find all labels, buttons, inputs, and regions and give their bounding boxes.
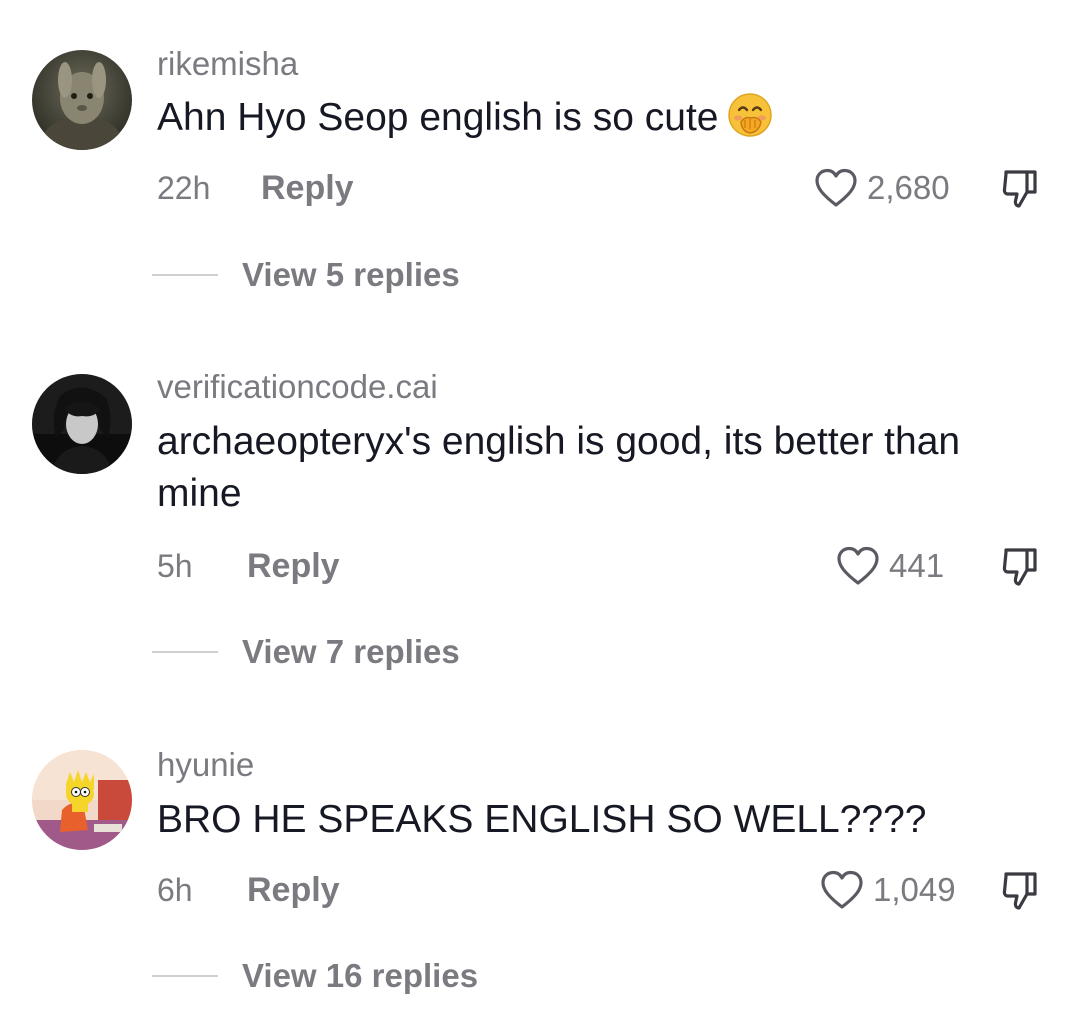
comment-username[interactable]: hyunie [157,745,254,785]
comment-timestamp: 6h [157,872,193,908]
reply-button[interactable]: Reply [247,868,340,912]
comment-text: BRO HE SPEAKS ENGLISH SO WELL???? [157,798,927,841]
view-replies-button[interactable]: View 16 replies [242,956,478,996]
avatar[interactable] [32,750,132,850]
comment-actions: 6h Reply 1,049 [157,868,1050,912]
like-count: 1,049 [873,871,956,908]
like-button[interactable]: 1,049 [819,868,956,912]
thumbs-down-icon[interactable] [1000,870,1040,912]
heart-icon [821,870,863,909]
comment-item: hyunie BRO HE SPEAKS ENGLISH SO WELL????… [0,0,1080,1029]
divider [152,975,218,977]
view-replies-row: View 16 replies [152,956,478,996]
avatar-image [32,750,132,850]
